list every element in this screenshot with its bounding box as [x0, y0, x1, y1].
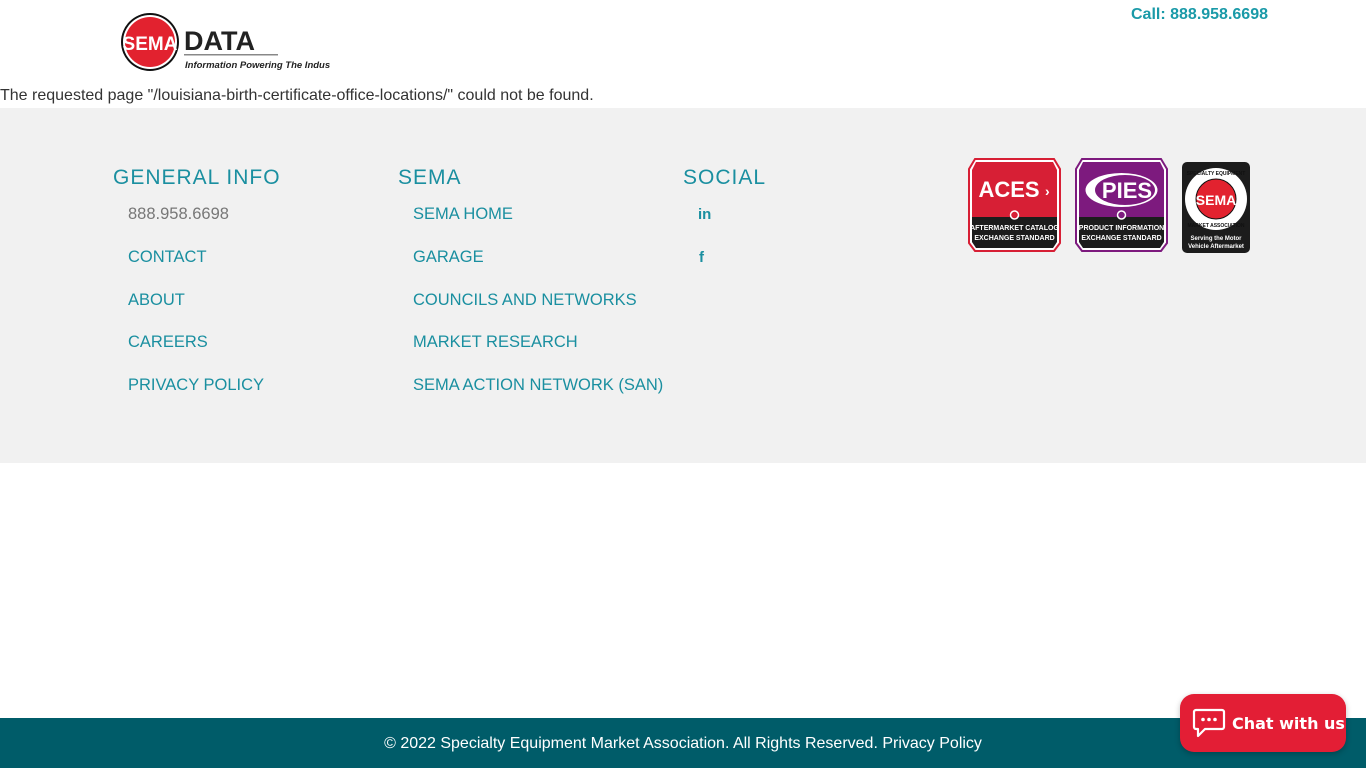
chat-bubble-icon — [1192, 708, 1226, 738]
footer-link-sema-action-network[interactable]: SEMA ACTION NETWORK (SAN) — [413, 376, 663, 394]
column-heading: SOCIAL — [683, 166, 767, 189]
pies-line2: EXCHANGE STANDARD — [1081, 235, 1161, 242]
site-header: SEMA DATA Information Powering The Indus… — [0, 0, 1366, 86]
sema-data-logo[interactable]: SEMA DATA Information Powering The Indus… — [120, 12, 343, 74]
footer-phone: 888.958.6698 — [128, 204, 281, 247]
copyright-text: © 2022 Specialty Equipment Market Associ… — [384, 735, 982, 753]
footer-link-sema-home[interactable]: SEMA HOME — [413, 205, 513, 223]
column-heading: GENERAL INFO — [113, 166, 281, 189]
chat-label: Chat with us — [1232, 713, 1345, 733]
column-heading: SEMA — [398, 166, 462, 189]
aces-line1: AFTERMARKET CATALOG — [970, 225, 1059, 232]
facebook-icon[interactable]: f — [698, 248, 704, 268]
copyright-bar: © 2022 Specialty Equipment Market Associ… — [0, 718, 1366, 768]
aces-line2: EXCHANGE STANDARD — [974, 235, 1054, 242]
call-phone-link[interactable]: Call: 888.958.6698 — [1131, 6, 1268, 24]
footer-link-contact[interactable]: CONTACT — [128, 248, 207, 266]
pies-badge[interactable]: PIES PRODUCT INFORMATION EXCHANGE STANDA… — [1074, 157, 1169, 258]
logo-tagline: Information Powering The Industry — [185, 60, 330, 71]
sema-badge-line2: Vehicle Aftermarket — [1188, 244, 1244, 250]
footer-link-councils-and-networks[interactable]: COUNCILS AND NETWORKS — [413, 291, 637, 309]
footer-column-sema: SEMA SEMA HOME GARAGE COUNCILS AND NETWO… — [398, 166, 663, 418]
footer-link-market-research[interactable]: MARKET RESEARCH — [413, 333, 578, 351]
footer-column-general-info: GENERAL INFO 888.958.6698 CONTACT ABOUT … — [113, 166, 281, 418]
phone-number: 888.958.6698 — [128, 205, 229, 223]
sema-badge-ring-top: SPECIALTY EQUIPMENT — [1187, 171, 1246, 177]
aces-badge[interactable]: ACES › AFTERMARKET CATALOG EXCHANGE STAN… — [967, 157, 1062, 258]
aces-title: ACES — [978, 177, 1039, 202]
pies-title: PIES — [1102, 178, 1152, 203]
copyright-notice: © 2022 Specialty Equipment Market Associ… — [384, 735, 878, 752]
footer-link-about[interactable]: ABOUT — [128, 291, 185, 309]
logo-word: DATA — [184, 26, 255, 56]
pies-line1: PRODUCT INFORMATION — [1079, 225, 1164, 232]
standards-badges: ACES › AFTERMARKET CATALOG EXCHANGE STAN… — [967, 157, 1257, 257]
not-found-message: The requested page "/louisiana-birth-cer… — [0, 87, 594, 104]
footer-links-section: GENERAL INFO 888.958.6698 CONTACT ABOUT … — [0, 108, 1366, 463]
sema-association-badge[interactable]: SEMA SPECIALTY EQUIPMENT MARKET ASSOCIAT… — [1181, 161, 1251, 259]
privacy-policy-link[interactable]: Privacy Policy — [882, 735, 982, 752]
svg-text:›: › — [1045, 183, 1050, 199]
footer-link-garage[interactable]: GARAGE — [413, 248, 484, 266]
footer-link-privacy-policy[interactable]: PRIVACY POLICY — [128, 376, 264, 394]
logo-emblem-text: SEMA — [123, 34, 178, 55]
footer-link-careers[interactable]: CAREERS — [128, 333, 208, 351]
sema-badge-line1: Serving the Motor — [1190, 236, 1242, 242]
sema-badge-emblem: SEMA — [1196, 192, 1236, 208]
sema-badge-ring-bottom: MARKET ASSOCIATION — [1188, 223, 1245, 229]
linkedin-icon[interactable]: in — [698, 205, 711, 225]
chat-with-us-button[interactable]: Chat with us — [1180, 694, 1346, 752]
footer-column-social: SOCIAL in f — [683, 166, 766, 290]
